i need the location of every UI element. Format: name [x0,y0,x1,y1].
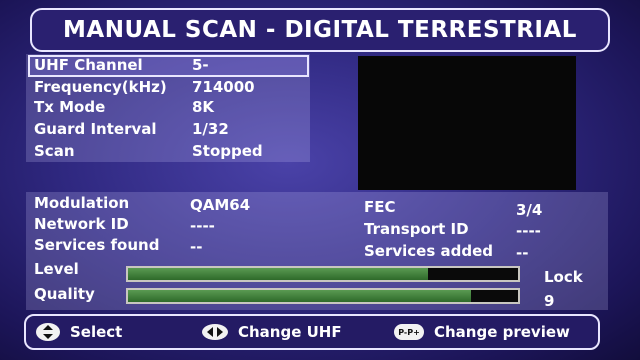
setting-value: 714000 [192,78,255,96]
quality-label: Quality [34,285,95,303]
transport-id-value: ---- [516,222,541,240]
select-hint-label: Select [70,323,123,341]
services-found-value: -- [190,238,203,256]
change-preview-hint[interactable]: P-P+ Change preview [394,323,570,341]
setting-value: 5- [192,56,209,74]
network-id-label: Network ID [34,215,129,233]
quality-bar-fill [128,290,472,302]
left-right-arrow-icon [202,324,228,340]
setting-label: UHF Channel [34,56,143,74]
network-id-value: ---- [190,217,215,235]
setting-value: Stopped [192,142,263,160]
lock-value: 9 [544,292,555,310]
setting-label: Guard Interval [34,120,157,138]
modulation-value: QAM64 [190,196,251,214]
footer-hints-bar: Select Change UHF P-P+ Change preview [24,314,600,350]
change-uhf-hint-label: Change UHF [238,323,342,341]
p-minus-p-plus-icon: P-P+ [394,324,424,340]
channel-preview-window [358,56,576,190]
services-added-value: -- [516,244,529,262]
change-preview-hint-label: Change preview [434,323,570,341]
modulation-label: Modulation [34,194,130,212]
setting-label: Tx Mode [34,98,106,116]
fec-value: 3/4 [516,201,543,219]
manual-scan-screen: MANUAL SCAN - DIGITAL TERRESTRIAL UHF Ch… [0,0,640,360]
change-uhf-hint[interactable]: Change UHF [202,323,342,341]
services-added-label: Services added [364,242,494,260]
select-hint[interactable]: Select [36,323,122,341]
transport-id-label: Transport ID [364,220,469,238]
setting-label: Scan [34,142,75,160]
fec-label: FEC [364,198,396,216]
services-found-label: Services found [34,236,160,254]
lock-label: Lock [544,268,583,286]
setting-label: Frequency(kHz) [34,78,167,96]
level-label: Level [34,260,79,278]
level-bar [126,266,520,282]
setting-value: 1/32 [192,120,229,138]
setting-value: 8K [192,98,215,116]
quality-bar [126,288,520,304]
up-down-arrow-icon [36,323,60,341]
level-bar-fill [128,268,429,280]
page-title: MANUAL SCAN - DIGITAL TERRESTRIAL [30,8,610,52]
